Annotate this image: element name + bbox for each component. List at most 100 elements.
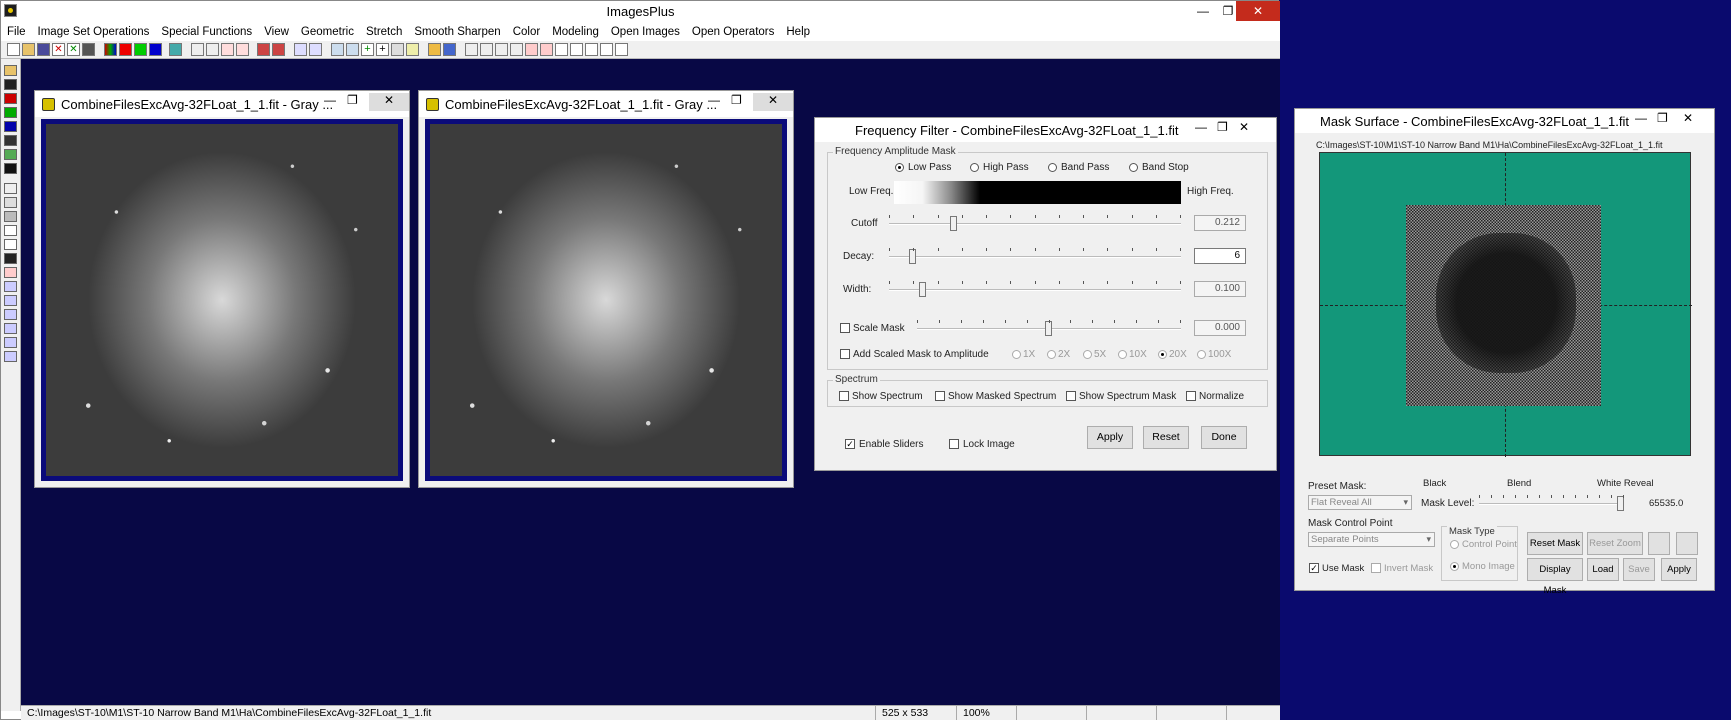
cutoff-slider-thumb[interactable] [950, 216, 957, 231]
rotate-right-icon[interactable] [4, 337, 17, 348]
low-pass-radio[interactable] [895, 163, 904, 172]
lock-image-checkbox[interactable] [949, 439, 959, 449]
save-icon[interactable] [37, 43, 50, 56]
apply-button[interactable]: Apply [1661, 558, 1697, 581]
image-window-2[interactable]: CombineFilesExcAvg-32FLoat_1_1.fit - Gra… [418, 90, 794, 488]
redo-all-icon[interactable] [236, 43, 249, 56]
menu-smooth-sharpen[interactable]: Smooth Sharpen [408, 26, 506, 38]
filtered-nebula-image[interactable] [430, 124, 782, 476]
menu-stretch[interactable]: Stretch [360, 26, 408, 38]
close-button[interactable]: ✕ [1236, 1, 1280, 21]
plus-icon[interactable]: + [361, 43, 374, 56]
flip-icon[interactable] [4, 351, 17, 362]
curve-icon[interactable] [346, 43, 359, 56]
width-slider[interactable] [889, 289, 1181, 291]
minimize-icon[interactable]: — [1195, 120, 1207, 134]
close-icon[interactable]: ✕ [1239, 120, 1249, 134]
menu-geometric[interactable]: Geometric [295, 26, 360, 38]
zoom-out-icon[interactable] [1676, 532, 1698, 555]
add-scaled-mask-checkbox[interactable] [840, 349, 850, 359]
pin-icon[interactable] [272, 43, 285, 56]
menu-help[interactable]: Help [780, 26, 816, 38]
band-stop-radio[interactable] [1129, 163, 1138, 172]
window-5-icon[interactable] [615, 43, 628, 56]
open-tool-icon[interactable] [4, 65, 17, 76]
menu-view[interactable]: View [258, 26, 295, 38]
dark-tool-icon[interactable] [4, 163, 17, 174]
image-window-1[interactable]: CombineFilesExcAvg-32FLoat_1_1.fit - Gra… [34, 90, 410, 488]
multiplier-5x-radio[interactable] [1083, 350, 1092, 359]
new-file-icon[interactable] [7, 43, 20, 56]
graph-icon[interactable] [309, 43, 322, 56]
cutoff-slider[interactable] [889, 223, 1181, 225]
pen-tool-icon[interactable] [4, 197, 17, 208]
zoom-region-icon[interactable] [525, 43, 538, 56]
control-point-radio[interactable] [1450, 540, 1459, 549]
band-pass-radio[interactable] [1048, 163, 1057, 172]
undo-icon[interactable] [191, 43, 204, 56]
invert-mask-checkbox[interactable] [1371, 563, 1381, 573]
blue-channel-icon[interactable] [149, 43, 162, 56]
crop-icon[interactable] [406, 43, 419, 56]
mask-surface[interactable] [1319, 152, 1692, 457]
mask-level-slider[interactable] [1479, 503, 1624, 505]
decay-slider-thumb[interactable] [909, 249, 916, 264]
menu-modeling[interactable]: Modeling [546, 26, 605, 38]
green-channel-icon[interactable] [134, 43, 147, 56]
multiplier-2x-radio[interactable] [1047, 350, 1056, 359]
done-button[interactable]: Done [1201, 426, 1247, 449]
grid-icon[interactable] [169, 43, 182, 56]
minimize-icon[interactable]: — [1635, 111, 1647, 125]
apply-button[interactable]: Apply [1087, 426, 1133, 449]
black-tool-icon[interactable] [4, 79, 17, 90]
align-tool-icon[interactable] [4, 149, 17, 160]
select-tool-icon[interactable] [4, 225, 17, 236]
multiplier-10x-radio[interactable] [1118, 350, 1127, 359]
window-1-icon[interactable] [555, 43, 568, 56]
maximize-icon[interactable]: ❐ [1217, 120, 1228, 134]
mask-level-slider-thumb[interactable] [1617, 496, 1624, 511]
maximize-icon[interactable]: ❐ [1657, 111, 1668, 125]
use-mask-checkbox[interactable]: ✓ [1309, 563, 1319, 573]
image-window-title-bar[interactable]: CombineFilesExcAvg-32FLoat_1_1.fit - Gra… [419, 91, 793, 117]
window-3-icon[interactable] [585, 43, 598, 56]
close-image-icon[interactable]: ✕ [52, 43, 65, 56]
multiplier-1x-radio[interactable] [1012, 350, 1021, 359]
region-tool-icon[interactable] [4, 267, 17, 278]
display-mask-button[interactable]: Display Mask [1527, 558, 1583, 596]
open-folder-icon[interactable] [22, 43, 35, 56]
window-2-icon[interactable] [570, 43, 583, 56]
reset-mask-button[interactable]: Reset Mask [1527, 532, 1583, 555]
stack-tool-icon[interactable] [4, 135, 17, 146]
measure-icon[interactable] [391, 43, 404, 56]
red-channel-icon[interactable] [119, 43, 132, 56]
green-tool-icon[interactable] [4, 107, 17, 118]
marker-icon[interactable] [257, 43, 270, 56]
right-arrow-icon[interactable] [4, 309, 17, 320]
enable-sliders-checkbox[interactable]: ✓ [845, 439, 855, 449]
zoom-reset-icon[interactable] [540, 43, 553, 56]
column-tool-icon[interactable] [4, 239, 17, 250]
multiplier-20x-radio[interactable] [1158, 350, 1167, 359]
cutoff-value[interactable]: 0.212 [1194, 215, 1246, 231]
menu-special-functions[interactable]: Special Functions [155, 26, 258, 38]
scale-mask-slider-thumb[interactable] [1045, 321, 1052, 336]
up-arrow-icon[interactable] [4, 295, 17, 306]
menu-image-set-operations[interactable]: Image Set Operations [32, 26, 156, 38]
rgb-icon[interactable] [104, 43, 117, 56]
redo-icon[interactable] [206, 43, 219, 56]
close-icon[interactable]: ✕ [753, 93, 793, 111]
brush-icon[interactable] [428, 43, 441, 56]
normalize-checkbox[interactable] [1186, 391, 1196, 401]
minimize-icon[interactable]: — [708, 93, 720, 107]
show-masked-spectrum-checkbox[interactable] [935, 391, 945, 401]
menu-open-operators[interactable]: Open Operators [686, 26, 780, 38]
red-tool-icon[interactable] [4, 93, 17, 104]
move-tool-icon[interactable] [4, 281, 17, 292]
dots-icon[interactable] [294, 43, 307, 56]
show-spectrum-checkbox[interactable] [839, 391, 849, 401]
maximize-icon[interactable]: ❐ [731, 93, 742, 107]
mono-image-radio[interactable] [1450, 562, 1459, 571]
close-icon[interactable]: ✕ [1683, 111, 1693, 125]
preset-mask-select[interactable]: Flat Reveal All [1308, 495, 1412, 510]
